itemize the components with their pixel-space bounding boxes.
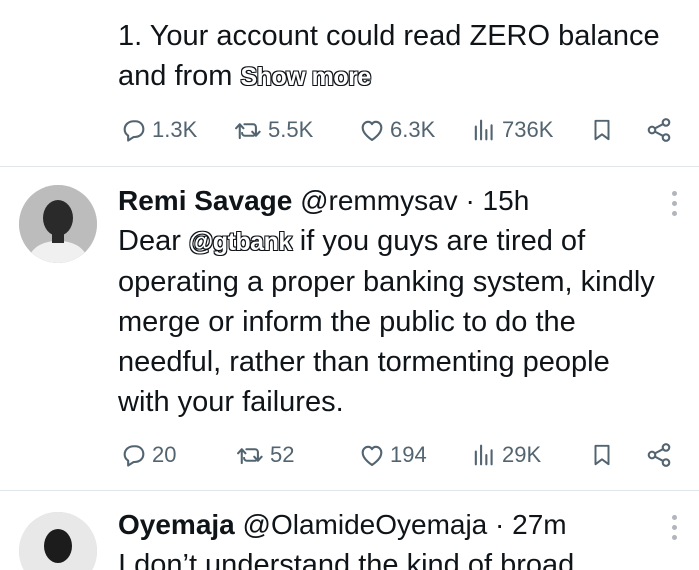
separator: · <box>495 509 505 540</box>
author-name[interactable]: Oyemaja <box>118 509 235 540</box>
like-button[interactable]: 6.3K <box>358 110 435 150</box>
like-count: 6.3K <box>390 117 436 142</box>
bookmark-icon <box>594 119 610 141</box>
tweet-2-header: Remi Savage @remmysav · 15h <box>118 183 529 219</box>
like-count: 194 <box>390 442 427 467</box>
share-icon <box>647 443 671 467</box>
tweet-1-actions: 1.3K 5.5K 6.3K 736K <box>0 110 699 150</box>
reply-icon <box>123 445 145 467</box>
bookmark-button[interactable] <box>589 110 615 150</box>
tweet-1[interactable]: 1. Your account could read ZERO balance … <box>0 0 699 166</box>
author-handle[interactable]: @remmysav <box>300 185 458 216</box>
more-icon[interactable] <box>664 515 684 545</box>
views-icon <box>474 444 493 466</box>
tweet-1-line-2-text: and from <box>118 60 241 92</box>
tweet-2-text-prefix: Dear <box>118 225 189 257</box>
tweet-1-line-2: and from Show more <box>118 56 683 97</box>
author-handle[interactable]: @OlamideOyemaja <box>243 509 488 540</box>
like-button[interactable]: 194 <box>358 435 427 475</box>
mention-link[interactable]: @gtbank <box>188 222 293 262</box>
avatar-photo <box>19 185 97 263</box>
avatar[interactable] <box>19 512 97 570</box>
tweet-2-actions: 20 52 194 29K <box>0 435 699 475</box>
reply-icon <box>123 120 145 142</box>
retweet-icon <box>235 123 261 140</box>
avatar-photo <box>19 512 97 570</box>
bookmark-button[interactable] <box>589 435 615 475</box>
retweet-button[interactable]: 5.5K <box>234 110 313 150</box>
reply-button[interactable]: 20 <box>120 435 176 475</box>
avatar[interactable] <box>19 185 97 263</box>
reply-count: 1.3K <box>152 117 198 142</box>
tweet-1-text: 1. Your account could read ZERO balance … <box>118 16 683 97</box>
views-count: 29K <box>502 442 542 467</box>
tweet-2[interactable]: Remi Savage @remmysav · 15h Dear @gtbank… <box>0 167 699 490</box>
tweet-3[interactable]: Oyemaja @OlamideOyemaja · 27m I don’t un… <box>0 491 699 570</box>
tweet-2-text: Dear @gtbank if you guys are tired of op… <box>118 221 658 422</box>
share-button[interactable] <box>645 110 673 150</box>
bookmark-icon <box>594 444 610 466</box>
author-name[interactable]: Remi Savage <box>118 185 292 216</box>
show-more-link[interactable]: Show more <box>240 57 372 97</box>
retweet-button[interactable]: 52 <box>236 435 294 475</box>
views-button[interactable]: 29K <box>470 435 541 475</box>
reply-count: 20 <box>152 442 177 467</box>
tweet-3-text: I don’t understand the kind of broad <box>118 549 575 570</box>
more-icon[interactable] <box>664 191 684 221</box>
views-count: 736K <box>502 117 554 142</box>
share-icon <box>647 118 671 142</box>
views-icon <box>474 119 493 141</box>
heart-icon <box>361 120 383 141</box>
retweet-count: 52 <box>270 442 295 467</box>
timestamp[interactable]: 27m <box>512 509 566 540</box>
separator: · <box>465 185 475 216</box>
views-button[interactable]: 736K <box>470 110 553 150</box>
reply-button[interactable]: 1.3K <box>120 110 197 150</box>
tweet-1-line-1: 1. Your account could read ZERO balance <box>118 20 660 52</box>
retweet-count: 5.5K <box>268 117 314 142</box>
retweet-icon <box>237 448 263 465</box>
heart-icon <box>361 445 383 466</box>
share-button[interactable] <box>645 435 673 475</box>
tweet-3-header: Oyemaja @OlamideOyemaja · 27m <box>118 507 567 543</box>
timestamp[interactable]: 15h <box>483 185 530 216</box>
